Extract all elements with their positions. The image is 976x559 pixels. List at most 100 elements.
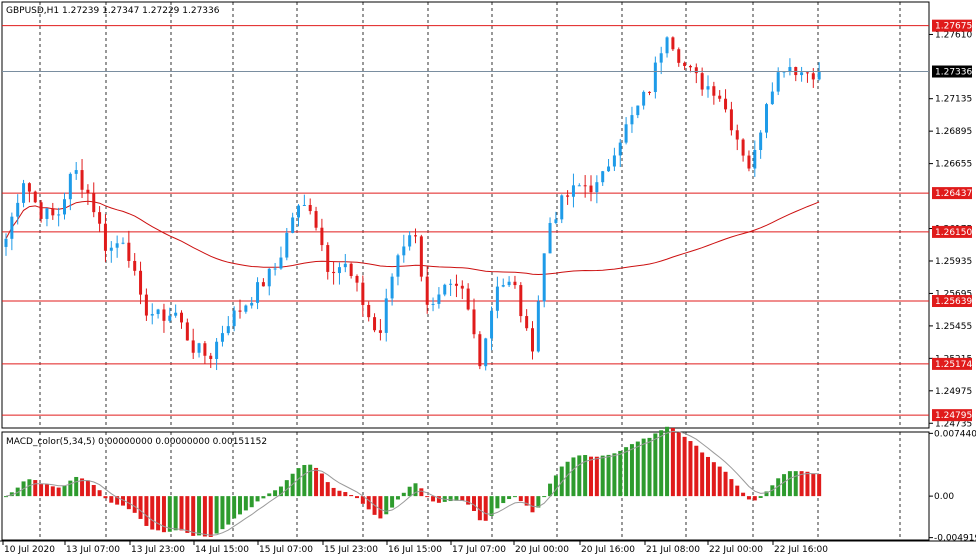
chart-window[interactable]: GBPUSD,H1 1.27239 1.27347 1.27229 1.2733… xyxy=(0,0,976,559)
macd-bar xyxy=(85,480,90,497)
macd-bar xyxy=(787,471,792,497)
candle-body xyxy=(162,309,166,321)
candle-body xyxy=(390,276,394,299)
candle-body xyxy=(554,219,558,223)
candle-body xyxy=(408,235,412,247)
candle-body xyxy=(215,341,219,359)
candle-body xyxy=(437,294,441,304)
time-label: 14 Jul 15:00 xyxy=(195,545,249,555)
time-label: 22 Jul 16:00 xyxy=(774,545,828,555)
candle-body xyxy=(531,328,534,352)
macd-bar xyxy=(56,487,61,497)
macd-bar xyxy=(577,455,582,497)
candle-body xyxy=(478,334,482,367)
macd-bar xyxy=(302,464,307,497)
price-label: 1.26895 xyxy=(935,127,972,137)
macd-bar xyxy=(431,496,436,502)
macd-bar xyxy=(179,496,184,531)
candle-body xyxy=(718,95,722,99)
candle-body xyxy=(121,242,125,244)
candle-body xyxy=(80,170,84,190)
macd-bar xyxy=(138,496,143,519)
macd-bar xyxy=(624,447,629,497)
candle-body xyxy=(27,183,31,192)
candle-body xyxy=(571,185,575,197)
candle-body xyxy=(57,214,61,216)
candle-body xyxy=(285,232,289,258)
macd-bar xyxy=(249,496,254,508)
candle-body xyxy=(291,217,295,233)
candle-body xyxy=(659,53,663,63)
macd-bar xyxy=(653,433,658,497)
price-label: 1.25455 xyxy=(935,322,972,332)
macd-bar xyxy=(782,474,787,497)
candle-body xyxy=(484,338,488,367)
candle-body xyxy=(694,67,698,74)
macd-bar xyxy=(232,496,237,519)
candle-body xyxy=(624,124,628,143)
macd-bar xyxy=(319,473,324,497)
macd-bar xyxy=(711,462,716,497)
macd-bar xyxy=(261,496,266,499)
time-label: 10 Jul 2020 xyxy=(4,545,55,555)
candle-body xyxy=(209,355,213,359)
candle-body xyxy=(800,72,804,76)
candle-body xyxy=(45,208,49,219)
candle-body xyxy=(74,170,78,174)
candle-body xyxy=(4,238,8,247)
candle-body xyxy=(86,189,90,194)
macd-bar xyxy=(793,471,798,497)
last-price-label: 1.27336 xyxy=(935,68,972,78)
macd-bar xyxy=(717,466,722,497)
candle-body xyxy=(349,263,353,276)
candle-body xyxy=(729,109,733,131)
candle-body xyxy=(548,222,552,254)
macd-bar xyxy=(600,455,605,497)
time-label: 17 Jul 07:00 xyxy=(452,545,506,555)
macd-bar xyxy=(542,496,547,498)
macd-bar xyxy=(366,496,371,510)
candle-body xyxy=(250,302,254,306)
candle-body xyxy=(525,316,529,329)
macd-label: 0.0074402 xyxy=(934,429,976,439)
time-label: 15 Jul 07:00 xyxy=(259,545,313,555)
macd-bar xyxy=(612,453,617,497)
macd-bar xyxy=(191,496,196,536)
candle-body xyxy=(817,71,821,80)
macd-bar xyxy=(741,492,746,497)
candle-body xyxy=(314,211,318,228)
macd-bar xyxy=(811,473,816,497)
macd-bar xyxy=(132,496,137,513)
candle-body xyxy=(384,298,388,333)
candle-body xyxy=(536,301,540,352)
candle-body xyxy=(642,91,646,106)
macd-bar xyxy=(337,490,342,497)
candle-body xyxy=(10,216,14,239)
macd-bar xyxy=(343,492,348,497)
macd-bar xyxy=(425,496,430,498)
time-label: 16 Jul 15:00 xyxy=(388,545,442,555)
candle-body xyxy=(320,227,324,246)
candle-body xyxy=(454,283,458,286)
candle-body xyxy=(98,212,102,224)
price-label: 1.26655 xyxy=(935,160,972,170)
candle-body xyxy=(706,86,710,90)
candle-body xyxy=(688,65,692,68)
candle-body xyxy=(671,37,675,50)
candle-body xyxy=(343,263,347,268)
macd-bar xyxy=(39,483,44,497)
macd-bar xyxy=(109,496,114,503)
candle-body xyxy=(109,247,113,251)
candle-body xyxy=(414,235,417,237)
macd-bar xyxy=(706,456,710,497)
candle-body xyxy=(180,312,183,323)
candle-body xyxy=(191,340,195,353)
candle-body xyxy=(302,205,306,207)
candle-body xyxy=(139,270,143,295)
candle-body xyxy=(501,285,505,287)
candle-body xyxy=(560,195,564,220)
macd-bar xyxy=(553,475,558,497)
macd-bar xyxy=(752,496,757,501)
level-tag-label: 1.26150 xyxy=(935,228,972,238)
macd-bar xyxy=(308,464,313,497)
